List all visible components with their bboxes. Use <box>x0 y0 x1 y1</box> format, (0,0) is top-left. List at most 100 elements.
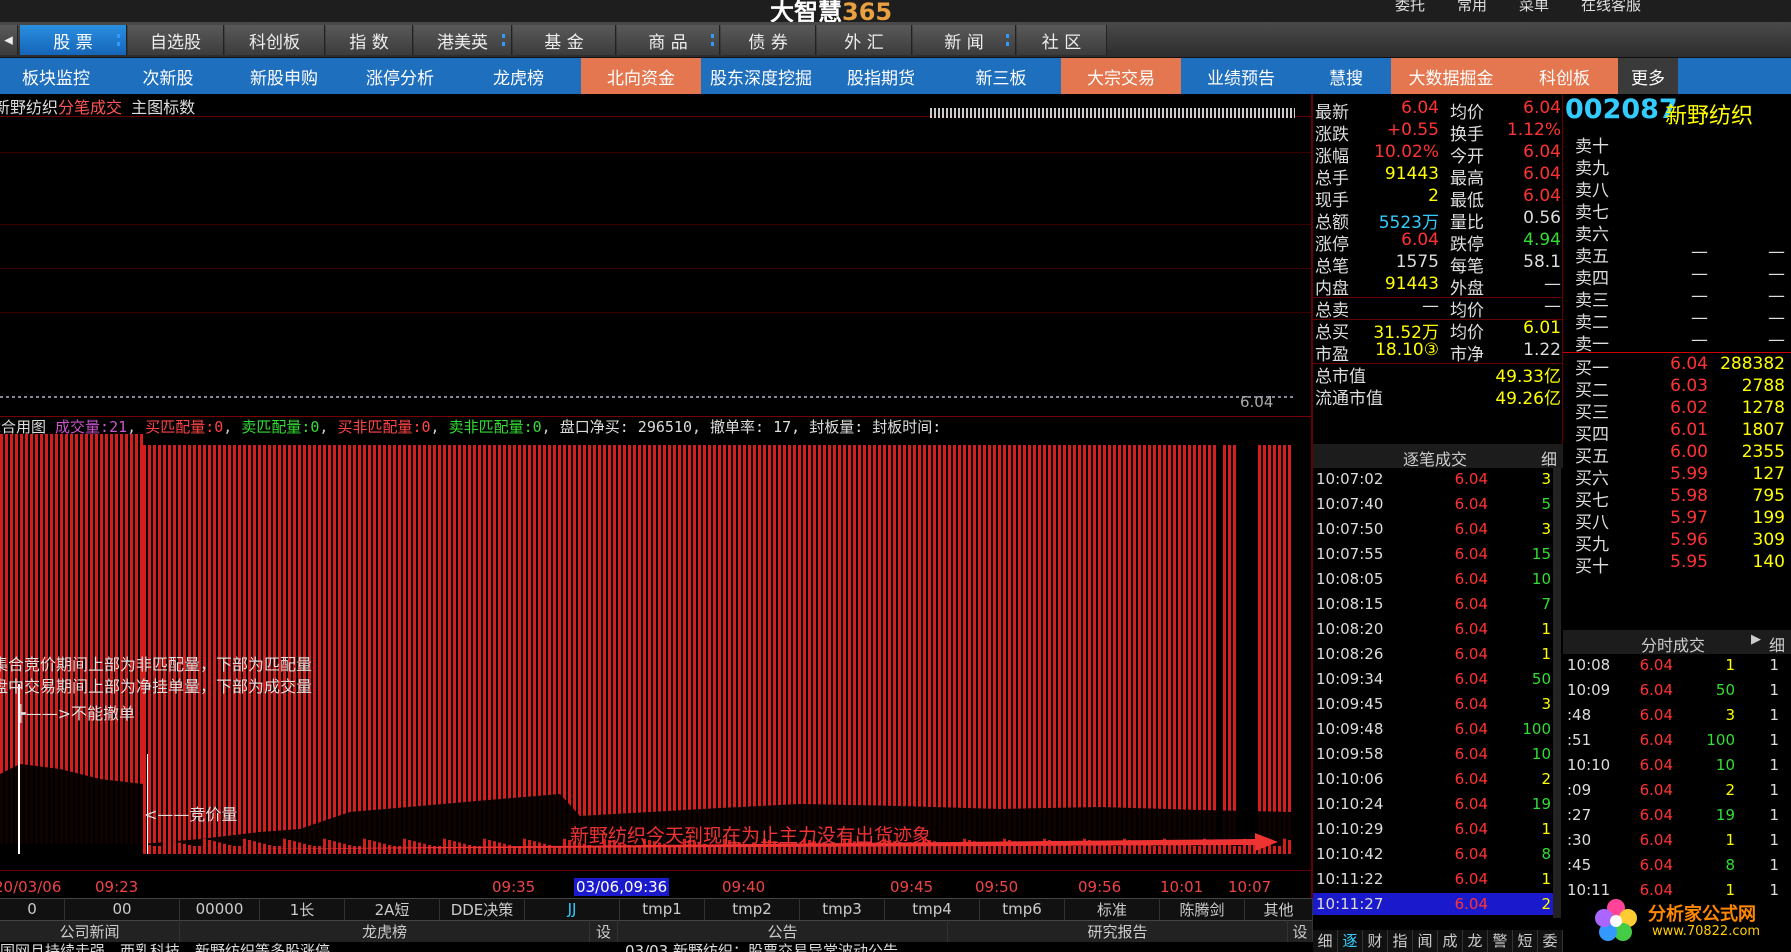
volume-bar <box>943 445 946 850</box>
formula-tab-active[interactable]: JJ <box>525 898 620 920</box>
research-report-tab[interactable]: 研究报告 <box>948 920 1288 942</box>
formula-tab[interactable]: DDE决策 <box>440 898 525 920</box>
formula-tab[interactable]: tmp1 <box>620 898 705 920</box>
settings-tab[interactable]: 设 <box>590 920 618 942</box>
announcement-headline[interactable]: 03/03 新野纺织：股票交易异常波动公告 <box>625 942 1313 952</box>
menu-entrust[interactable]: 委托 <box>1395 0 1425 15</box>
formula-tab[interactable]: 标准 <box>1065 898 1160 920</box>
minute-volume: 1 <box>1725 831 1735 849</box>
volume-bar <box>1153 445 1156 850</box>
volume-bar <box>158 445 161 850</box>
subnav-block-trade[interactable]: 大宗交易 <box>1061 58 1181 94</box>
side-tab[interactable]: 短 <box>1513 930 1538 952</box>
minute-count: 1 <box>1769 681 1779 699</box>
dragon-tiger-tab[interactable]: 龙虎榜 <box>180 920 590 942</box>
subnav-limit-up[interactable]: 涨停分析 <box>344 58 456 94</box>
nav-community[interactable]: 社 区 <box>1017 25 1107 55</box>
volume-bar <box>683 445 686 850</box>
ticks-detail-button[interactable]: 细 <box>1541 446 1557 470</box>
side-tab[interactable]: 财 <box>1363 930 1388 952</box>
subnav-earnings[interactable]: 业绩预告 <box>1181 58 1301 94</box>
minute-price: 6.04 <box>1639 706 1673 724</box>
volume-bar <box>1008 445 1011 850</box>
formula-tab[interactable]: 1长 <box>260 898 345 920</box>
volume-bar <box>1078 445 1081 850</box>
announcement-tab[interactable]: 公告 <box>618 920 948 942</box>
menu-common[interactable]: 常用 <box>1457 0 1487 15</box>
side-tab[interactable]: 成 <box>1438 930 1463 952</box>
minute-list[interactable]: 10:08 6.04 1 1 10:09 6.04 50 1:48 6.04 3 1:51 6.04 1… <box>1563 654 1791 909</box>
volume-bar <box>135 434 138 844</box>
nav-arrow-icon[interactable]: ◂ <box>0 25 18 55</box>
subnav-new-stocks[interactable]: 次新股 <box>112 58 224 94</box>
nav-stocks[interactable]: 股 票 <box>20 25 127 55</box>
formula-tab[interactable]: 2A短 <box>345 898 440 920</box>
expand-icon[interactable]: ▶ <box>1751 632 1761 647</box>
formula-tab[interactable]: 陈腾剑 <box>1160 898 1245 920</box>
volume-bar <box>928 445 931 850</box>
volume-bar <box>598 445 601 850</box>
menu-main[interactable]: 菜单 <box>1519 0 1549 15</box>
volume-bar <box>753 445 756 850</box>
nav-watchlist[interactable]: 自选股 <box>128 25 224 55</box>
nav-news[interactable]: 新 闻 <box>913 25 1016 55</box>
volume-bar <box>948 445 951 850</box>
formula-tab[interactable]: tmp2 <box>705 898 800 920</box>
volume-bar <box>358 445 361 850</box>
tick-scrollbar[interactable] <box>1553 468 1561 918</box>
subnav-dragon-tiger[interactable]: 龙虎榜 <box>456 58 581 94</box>
minute-time: :09 <box>1567 781 1592 799</box>
divider <box>1563 352 1791 353</box>
volume-bar <box>528 445 531 850</box>
company-news-tab[interactable]: 公司新闻 <box>0 920 180 942</box>
tick-volume: 7 <box>1541 595 1551 613</box>
subnav-more[interactable]: 更多 <box>1618 58 1678 94</box>
nav-hk-us[interactable]: 港美英 <box>414 25 512 55</box>
minute-time: :45 <box>1567 856 1592 874</box>
subnav-shareholder[interactable]: 股东深度挖掘 <box>701 58 821 94</box>
side-tab[interactable]: 龙 <box>1463 930 1488 952</box>
formula-tab[interactable]: tmp3 <box>800 898 885 920</box>
side-tab[interactable]: 指 <box>1388 930 1413 952</box>
news-headline[interactable]: 国网且持续走强，西乳科技，新野纺织等多股涨停 <box>0 942 620 952</box>
formula-tab[interactable]: 00 <box>65 898 180 920</box>
formula-tab[interactable]: 0 <box>0 898 65 920</box>
side-tab[interactable]: 委 <box>1538 930 1563 952</box>
volume-bar <box>638 445 641 850</box>
side-tab[interactable]: 警 <box>1488 930 1513 952</box>
side-tab[interactable]: 细 <box>1313 930 1338 952</box>
volume-bar <box>178 445 181 850</box>
nav-commodity[interactable]: 商 品 <box>617 25 720 55</box>
subnav-ipo[interactable]: 新股申购 <box>224 58 344 94</box>
subnav-star-market[interactable]: 科创板 <box>1511 58 1618 94</box>
side-tab[interactable]: 逐 <box>1338 930 1363 952</box>
nav-star-market[interactable]: 科创板 <box>225 25 325 55</box>
nav-forex[interactable]: 外 汇 <box>817 25 912 55</box>
formula-tab[interactable]: 其他 <box>1245 898 1313 920</box>
tick-chart-area[interactable]: 新野纺织分笔成交 主图标数 6.04 竞合用图 成交量:21, 买匹配量:0, … <box>0 94 1313 898</box>
volume-bar <box>913 445 916 850</box>
tick-list[interactable]: 10:07:02 6.04 3 10:07:40 6.04 5 10:07:50 6.04 3 1… <box>1313 468 1563 918</box>
volume-bar <box>978 445 981 850</box>
menu-online-service[interactable]: 在线客服 <box>1581 0 1641 15</box>
subnav-neeq[interactable]: 新三板 <box>941 58 1061 94</box>
volume-bar <box>858 445 861 850</box>
tick-volume: 3 <box>1541 695 1551 713</box>
nav-index[interactable]: 指 数 <box>326 25 413 55</box>
volume-bar <box>1148 445 1151 850</box>
subnav-northbound[interactable]: 北向资金 <box>581 58 701 94</box>
subnav-big-data[interactable]: 大数据掘金 <box>1391 58 1511 94</box>
settings-tab[interactable]: 设 <box>1288 920 1313 942</box>
subnav-sector-monitor[interactable]: 板块监控 <box>0 58 112 94</box>
nav-bonds[interactable]: 债 券 <box>721 25 816 55</box>
nav-funds[interactable]: 基 金 <box>513 25 616 55</box>
subnav-index-futures[interactable]: 股指期货 <box>821 58 941 94</box>
subnav-search[interactable]: 慧搜 <box>1301 58 1391 94</box>
volume-bar <box>553 445 556 850</box>
formula-tab[interactable]: 00000 <box>180 898 260 920</box>
formula-tab[interactable]: tmp4 <box>885 898 980 920</box>
formula-tab[interactable]: tmp6 <box>980 898 1065 920</box>
side-tab[interactable]: 闻 <box>1413 930 1438 952</box>
minute-detail-button[interactable]: 细 <box>1769 632 1785 656</box>
volume-bar <box>968 445 971 850</box>
